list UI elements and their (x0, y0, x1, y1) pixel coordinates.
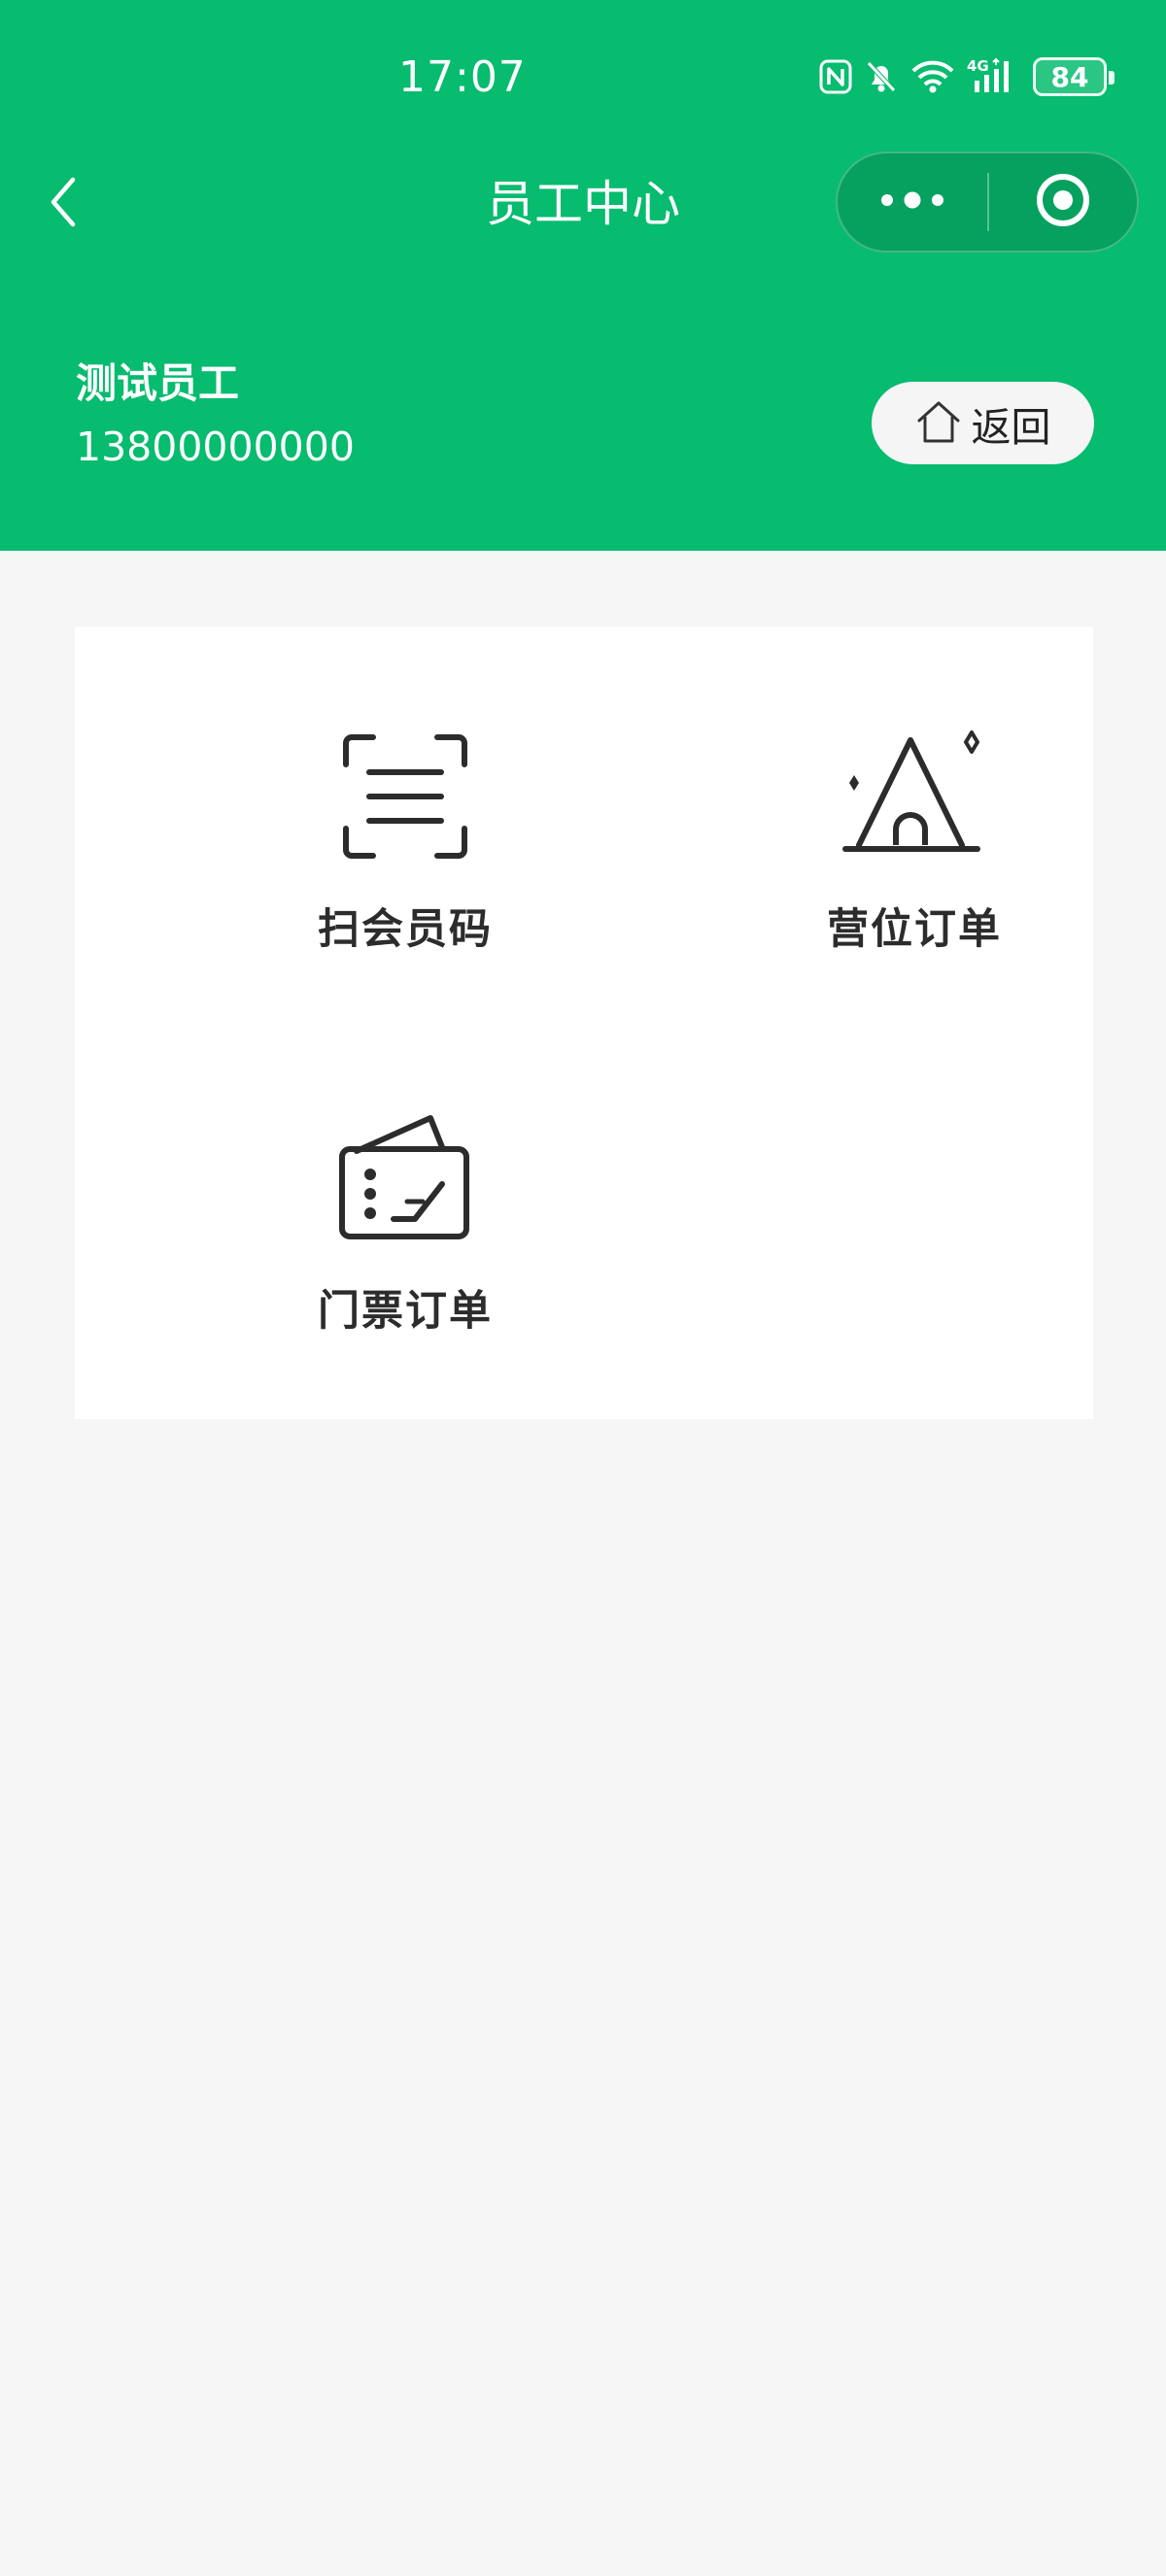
svg-text:4G: 4G (967, 57, 989, 75)
target-circle-icon (1034, 171, 1092, 233)
battery-icon: 84 (1033, 57, 1115, 96)
menu-item-ticket-orders[interactable]: 门票订单 (240, 1101, 570, 1392)
menu-card: 扫会员码 营位订单 门票订单 (75, 627, 1093, 1419)
more-button[interactable] (838, 153, 987, 251)
page-title: 员工中心 (486, 176, 680, 232)
user-name: 测试员工 (76, 359, 240, 407)
scan-code-icon (327, 719, 483, 874)
chevron-left-icon (48, 176, 79, 232)
app-root: 17:07 4G 84 员工中心 测试员工 13800000000 返回 扫会员… (0, 0, 1166, 2576)
battery-level: 84 (1050, 60, 1089, 93)
status-bar: 17:07 4G 84 (0, 0, 1166, 155)
menu-item-label: 门票订单 (318, 1287, 493, 1336)
close-miniprogram-button[interactable] (989, 153, 1137, 251)
return-home-label: 返回 (971, 403, 1051, 451)
user-phone: 13800000000 (76, 424, 355, 470)
menu-item-label: 扫会员码 (318, 905, 493, 954)
nfc-icon (819, 59, 852, 94)
miniprogram-capsule (836, 152, 1139, 253)
cellular-4g-icon: 4G (967, 57, 1021, 96)
status-icons: 4G 84 (819, 52, 1115, 101)
menu-item-label: 营位订单 (827, 905, 1002, 954)
more-dots-icon (879, 190, 945, 214)
wifi-icon (910, 59, 955, 94)
menu-item-scan-member-code[interactable]: 扫会员码 (240, 719, 570, 1010)
ticket-icon (327, 1101, 483, 1256)
status-time: 17:07 (398, 52, 527, 102)
menu-item-campsite-orders[interactable]: 营位订单 (749, 719, 1080, 1010)
home-icon (915, 398, 962, 449)
header-banner: 17:07 4G 84 员工中心 测试员工 13800000000 返回 (0, 0, 1166, 551)
tent-icon (837, 719, 992, 874)
nav-back-button[interactable] (39, 165, 87, 243)
return-home-button[interactable]: 返回 (872, 382, 1094, 464)
bell-muted-icon (864, 58, 899, 95)
